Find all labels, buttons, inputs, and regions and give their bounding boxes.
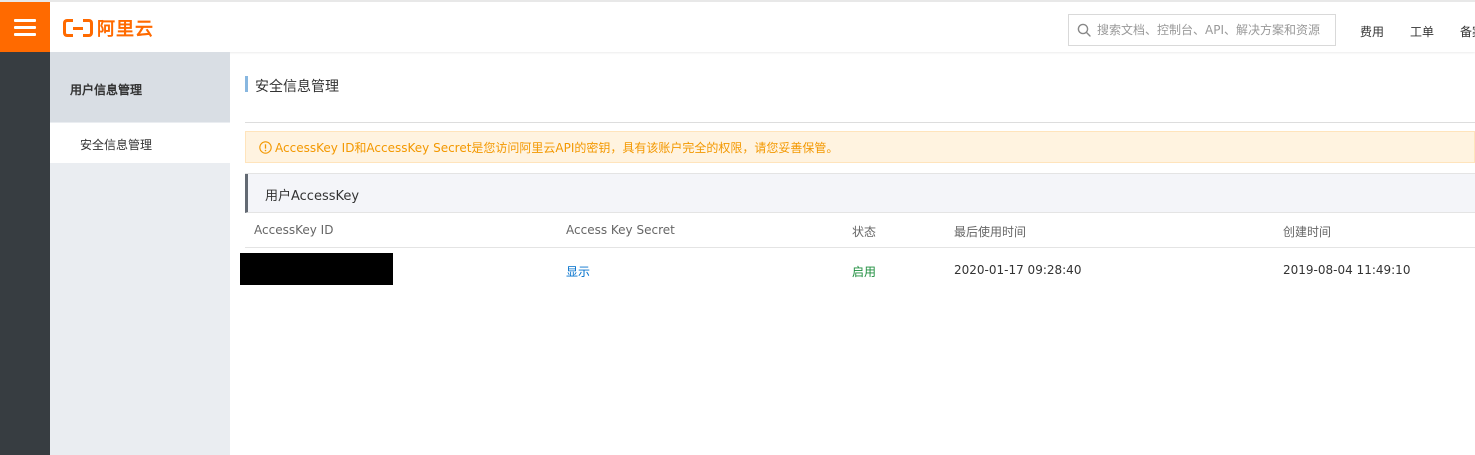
sidebar-group-title: 用户信息管理 bbox=[50, 52, 230, 122]
page-title-accent bbox=[245, 76, 248, 92]
warning-circle-icon bbox=[259, 140, 272, 154]
top-link-tickets[interactable]: 工单 bbox=[1410, 23, 1434, 40]
accesskey-panel: 用户AccessKey AccessKey ID Access Key Secr… bbox=[240, 173, 1475, 291]
warning-alert: AccessKey ID和AccessKey Secret是您访问阿里云API的… bbox=[245, 131, 1475, 163]
sidebar-item-label: 安全信息管理 bbox=[80, 138, 153, 152]
sidebar-item-security-info[interactable]: 安全信息管理 bbox=[50, 123, 230, 163]
table-row: 显示 启用 2020-01-17 09:28:40 2019-08-04 11:… bbox=[240, 248, 1475, 291]
redacted-accesskey-id bbox=[240, 253, 393, 285]
divider bbox=[245, 122, 1475, 123]
search-box[interactable] bbox=[1068, 14, 1336, 46]
show-secret-link[interactable]: 显示 bbox=[566, 263, 590, 280]
logo-text: 阿里云 bbox=[97, 19, 154, 40]
aliyun-logo[interactable]: 阿里云 bbox=[63, 18, 154, 40]
panel-title: 用户AccessKey bbox=[265, 189, 360, 204]
secondary-sidebar: 用户信息管理 安全信息管理 bbox=[50, 52, 230, 455]
search-icon bbox=[1077, 23, 1091, 37]
created-time: 2019-08-04 11:49:10 bbox=[1283, 263, 1411, 277]
page-title: 安全信息管理 bbox=[255, 79, 339, 95]
aliyun-logo-mark bbox=[63, 19, 93, 37]
alert-message: AccessKey ID和AccessKey Secret是您访问阿里云API的… bbox=[275, 140, 839, 155]
menu-icon[interactable] bbox=[0, 2, 50, 52]
top-link-billing[interactable]: 费用 bbox=[1360, 23, 1384, 40]
table-header: AccessKey ID Access Key Secret 状态 最后使用时间… bbox=[245, 213, 1475, 248]
last-used-time: 2020-01-17 09:28:40 bbox=[954, 263, 1082, 277]
column-header-status: 状态 bbox=[852, 225, 877, 239]
column-header-created: 创建时间 bbox=[1283, 225, 1332, 239]
top-link-icp[interactable]: 备案 bbox=[1460, 23, 1475, 40]
column-header-accesskey-id: AccessKey ID bbox=[254, 223, 334, 237]
top-navbar: 阿里云 费用 工单 备案 bbox=[0, 0, 1475, 52]
status-badge: 启用 bbox=[852, 265, 877, 279]
panel-header: 用户AccessKey bbox=[245, 174, 1475, 213]
product-rail bbox=[0, 52, 50, 455]
column-header-secret: Access Key Secret bbox=[566, 223, 675, 237]
column-header-last-used: 最后使用时间 bbox=[954, 225, 1027, 239]
sidebar-group-label: 用户信息管理 bbox=[70, 83, 143, 97]
search-input[interactable] bbox=[1097, 16, 1333, 44]
